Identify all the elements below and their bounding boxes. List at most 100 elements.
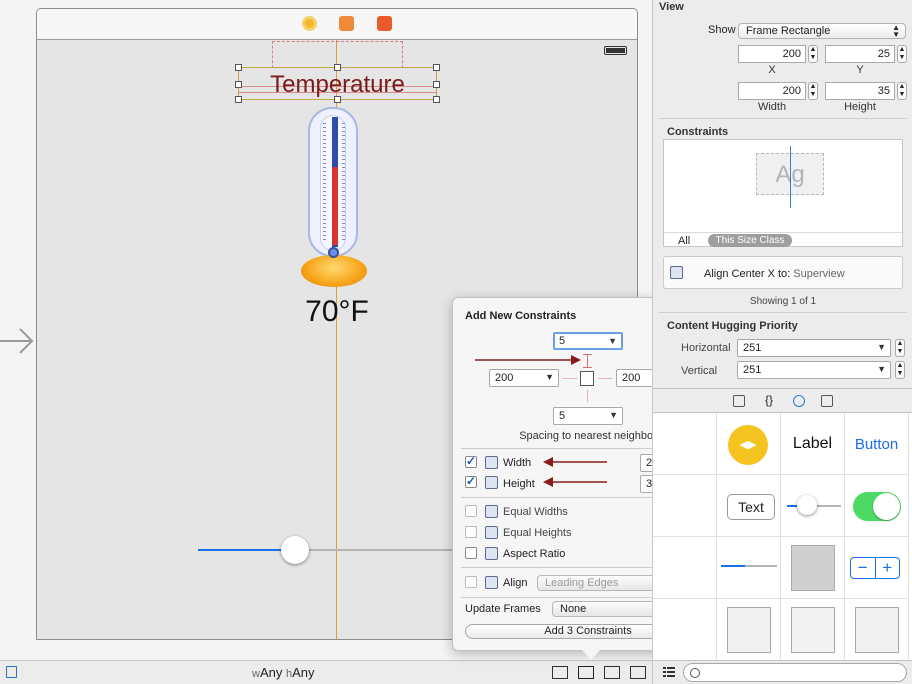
x-label: X <box>768 64 776 76</box>
aspect-ratio-checkbox[interactable] <box>465 547 477 559</box>
size-class-w-prefix: w <box>252 668 260 680</box>
library-item-image-view[interactable] <box>781 599 845 661</box>
aspect-ratio-icon <box>485 547 498 560</box>
pin-icon[interactable] <box>578 666 594 679</box>
file-template-icon[interactable] <box>733 395 745 407</box>
bottom-spacing-value: 5 <box>559 410 566 422</box>
list-view-icon[interactable] <box>663 666 675 678</box>
library-item-table-view[interactable] <box>717 599 781 661</box>
library-item-slider[interactable] <box>781 475 845 537</box>
tab-all[interactable]: All <box>678 235 690 247</box>
content-hugging-header: Content Hugging Priority <box>667 320 798 332</box>
resize-handle[interactable] <box>334 96 341 103</box>
right-constraint-strut[interactable] <box>598 378 612 379</box>
temperature-title-label[interactable]: Temperature <box>239 71 436 99</box>
horizontal-priority-stepper[interactable]: ▲ ▼ <box>895 339 905 357</box>
library-item-switch[interactable] <box>845 475 909 537</box>
media-library-icon[interactable] <box>821 395 833 407</box>
document-outline-toggle-icon[interactable] <box>6 666 17 678</box>
table-view-sample <box>727 607 771 653</box>
view-controller-icon[interactable] <box>302 16 317 31</box>
resize-handle[interactable] <box>235 64 242 71</box>
separator <box>659 312 907 313</box>
library-item-label[interactable]: Label <box>781 413 845 475</box>
vertical-priority-field[interactable]: 251 ▼ <box>737 361 891 379</box>
x-field[interactable]: 200 <box>738 45 806 63</box>
y-label: Y <box>856 64 864 76</box>
stepper-minus: − <box>851 558 876 578</box>
height-field[interactable]: 35 <box>825 82 895 100</box>
resolve-issues-icon[interactable] <box>604 666 620 679</box>
align-checkbox[interactable] <box>465 576 477 588</box>
filter-icon <box>690 668 700 678</box>
height-checkbox[interactable] <box>465 474 477 488</box>
y-stepper[interactable]: ▲ ▼ <box>897 45 907 63</box>
annotation-arrow-icon <box>543 477 607 487</box>
resize-handle[interactable] <box>235 96 242 103</box>
popover-tail <box>582 650 600 660</box>
align-select-value: Leading Edges <box>545 577 619 589</box>
left-spacing-field[interactable]: 200 ▼ <box>489 369 559 387</box>
library-item-collection-view[interactable] <box>845 599 909 661</box>
tab-this-size-class[interactable]: This Size Class <box>708 234 792 247</box>
horizontal-priority-field[interactable]: 251 ▼ <box>737 339 891 357</box>
update-frames-label: Update Frames <box>465 603 541 615</box>
library-item-av-player[interactable]: ◀▶ <box>717 413 781 475</box>
equal-heights-checkbox[interactable] <box>465 526 477 538</box>
library-item-placeholder[interactable] <box>653 599 717 661</box>
resize-handle[interactable] <box>433 81 440 88</box>
entry-point-arrow-icon <box>0 328 34 354</box>
resize-handle[interactable] <box>433 64 440 71</box>
library-item-button[interactable]: Button <box>845 413 909 475</box>
size-class-w-value: Any <box>259 665 283 680</box>
size-class-control[interactable]: wAny hAny <box>252 665 315 680</box>
vertical-priority-stepper[interactable]: ▲ ▼ <box>895 361 905 379</box>
library-item-text-field[interactable]: Text <box>717 475 781 537</box>
library-item-placeholder[interactable] <box>653 413 717 475</box>
annotation-arrow-icon <box>475 355 581 365</box>
top-spacing-field[interactable]: 5 ▼ <box>553 332 623 350</box>
library-item-progress-view[interactable] <box>717 537 781 599</box>
width-field[interactable]: 200 <box>738 82 806 100</box>
height-stepper[interactable]: ▲ ▼ <box>897 82 907 100</box>
bottom-constraint-strut[interactable] <box>587 390 588 402</box>
left-constraint-strut[interactable] <box>563 378 577 379</box>
y-field[interactable]: 25 <box>825 45 895 63</box>
thermometer-image[interactable] <box>308 107 358 257</box>
equal-widths-label: Equal Widths <box>503 506 568 518</box>
bottom-spacing-field[interactable]: 5 ▼ <box>553 407 623 425</box>
media-playback-icon: ◀▶ <box>728 425 768 465</box>
chevron-down-icon: ▼ <box>545 372 554 382</box>
show-select[interactable]: Frame Rectangle ▲ ▼ <box>738 23 906 39</box>
constraint-item[interactable]: Align Center X to: Superview <box>663 256 903 289</box>
equal-widths-checkbox[interactable] <box>465 505 477 517</box>
resize-handle[interactable] <box>334 64 341 71</box>
slider-thumb[interactable] <box>281 536 309 564</box>
exit-icon[interactable] <box>377 16 392 31</box>
temperature-label-selection[interactable]: Temperature <box>235 64 440 103</box>
resizing-behavior-icon[interactable] <box>630 666 646 679</box>
object-library-icon[interactable] <box>793 395 805 407</box>
image-view-sample <box>791 607 835 653</box>
library-item-placeholder[interactable] <box>653 475 717 537</box>
width-stepper[interactable]: ▲ ▼ <box>808 82 818 100</box>
first-responder-icon[interactable] <box>339 16 354 31</box>
align-icon[interactable] <box>552 666 568 679</box>
center-x-constraint-line[interactable] <box>790 146 791 208</box>
x-stepper[interactable]: ▲ ▼ <box>808 45 818 63</box>
library-item-stepper[interactable]: − + <box>845 537 909 599</box>
resize-handle[interactable] <box>433 96 440 103</box>
top-constraint-strut[interactable] <box>587 354 588 368</box>
library-item-page-control[interactable] <box>781 537 845 599</box>
library-item-placeholder[interactable] <box>653 537 717 599</box>
code-snippet-icon[interactable]: {} <box>763 394 775 407</box>
slider-track-min[interactable] <box>198 549 294 551</box>
thermometer-ticks <box>323 123 326 241</box>
width-checkbox[interactable] <box>465 454 477 468</box>
temperature-value-label[interactable]: 70°F <box>277 295 397 329</box>
constraints-preview[interactable]: Ag All This Size Class <box>663 139 904 247</box>
resize-handle[interactable] <box>235 81 242 88</box>
library-filter-input[interactable] <box>683 663 907 682</box>
equal-widths-icon <box>485 505 498 518</box>
thermometer-mercury <box>332 167 338 245</box>
